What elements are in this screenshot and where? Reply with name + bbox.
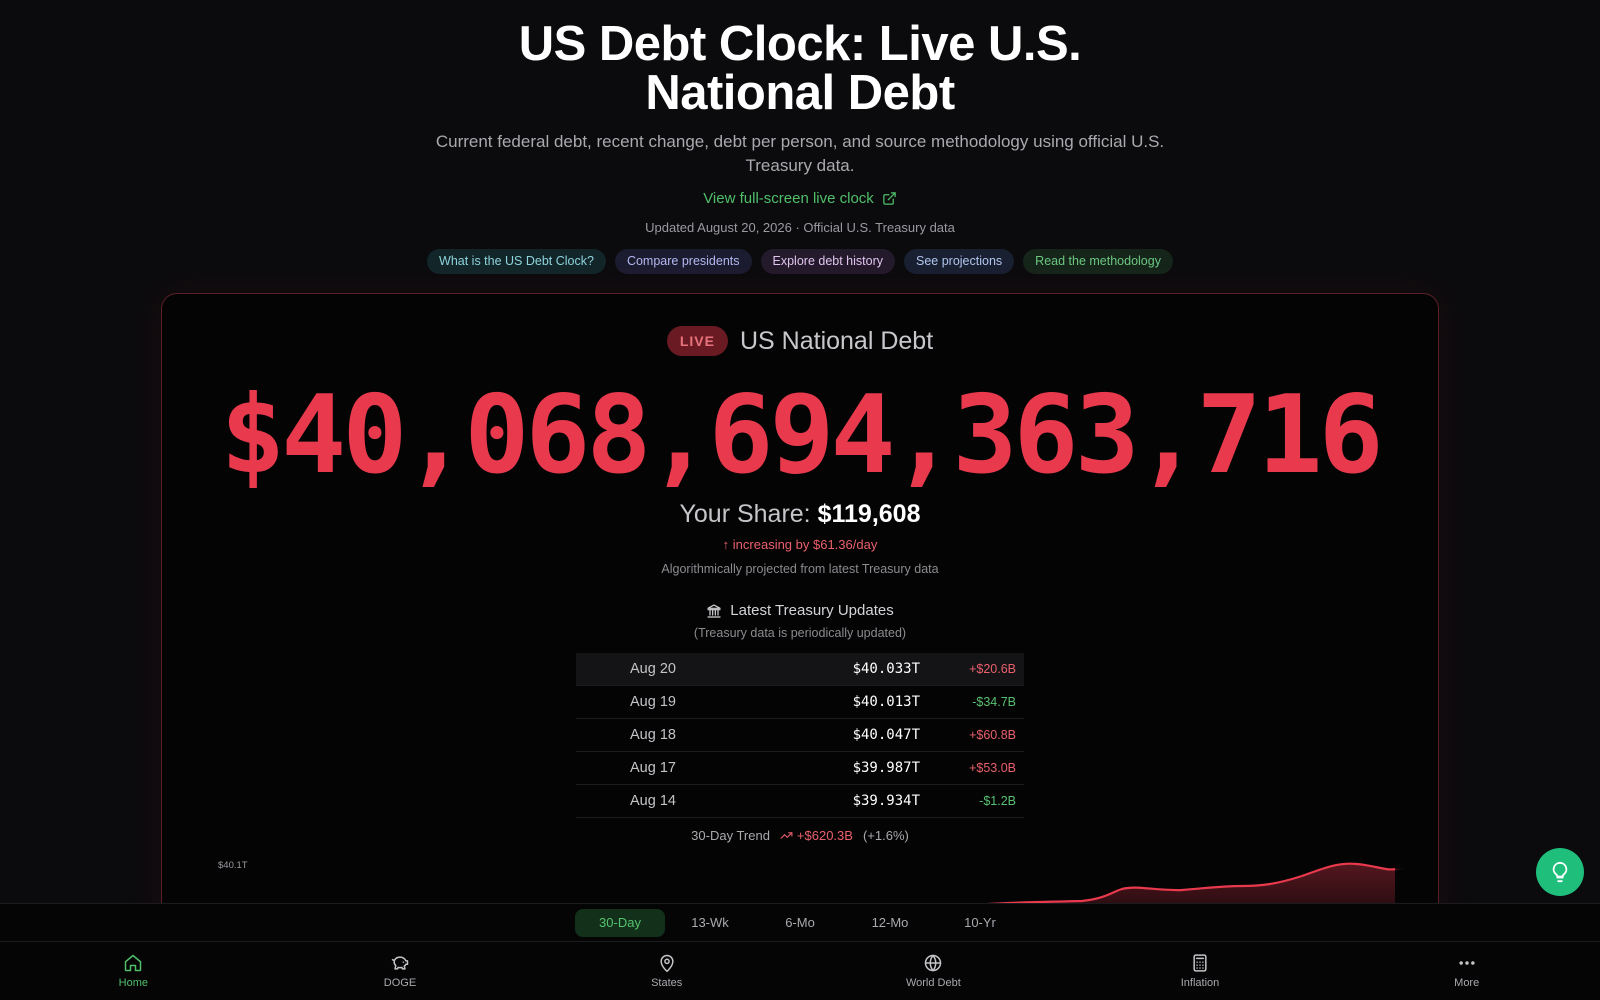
calculator-icon (1193, 954, 1207, 972)
update-change: -$34.7B (972, 695, 1016, 709)
nav-item-doge[interactable]: DOGE (267, 942, 534, 1000)
update-value: $40.047T (852, 727, 920, 743)
pill-debt-history[interactable]: Explore debt history (760, 249, 895, 274)
piggy-bank-icon (391, 956, 409, 970)
page-subtitle: Current federal debt, recent change, deb… (435, 132, 1165, 175)
range-tab-30-day[interactable]: 30-Day (575, 908, 665, 937)
arrow-up-icon: ↑ (722, 537, 730, 552)
treasury-updates-title: Latest Treasury Updates (730, 602, 894, 619)
share-label: Your Share: (679, 500, 811, 528)
range-tab-12-mo[interactable]: 12-Mo (845, 909, 935, 937)
nav-item-home[interactable]: Home (0, 942, 267, 1000)
range-tab-10-yr[interactable]: 10-Yr (935, 909, 1025, 937)
nav-label: Inflation (1180, 977, 1220, 989)
range-tab-6-mo[interactable]: 6-Mo (755, 909, 845, 937)
update-change: +$53.0B (969, 761, 1016, 775)
pill-compare-presidents[interactable]: Compare presidents (614, 249, 752, 274)
page-header: US Debt Clock: Live U.S. National Debt C… (0, 20, 1600, 274)
globe-icon (925, 954, 942, 972)
update-date: Aug 20 (630, 661, 676, 677)
update-row: Aug 19 $40.013T -$34.7B (576, 686, 1024, 719)
update-value: $39.987T (852, 760, 920, 776)
fullscreen-link-label: View full-screen live clock (703, 190, 874, 207)
card-header: LIVE US National Debt (162, 326, 1438, 356)
algorithm-note: Algorithmically projected from latest Tr… (661, 562, 939, 576)
pill-methodology[interactable]: Read the methodology (1023, 249, 1173, 274)
range-tab-13-wk[interactable]: 13-Wk (665, 909, 755, 937)
update-change: +$60.8B (969, 728, 1016, 742)
nav-item-more[interactable]: More (1333, 942, 1600, 1000)
bank-icon (707, 603, 721, 618)
more-dots-icon (1459, 961, 1475, 965)
debt-amount: $40,068,694,363,716 (220, 373, 1383, 498)
external-link-icon (883, 192, 896, 205)
update-value: $39.934T (852, 793, 920, 809)
update-row: Aug 20 $40.033T +$20.6B (576, 653, 1024, 686)
chart-range-selector: 30-Day 13-Wk 6-Mo 12-Mo 10-Yr (0, 903, 1600, 941)
treasury-updates-table: Aug 20 $40.033T +$20.6B Aug 19 $40.013T -$34.… (576, 653, 1024, 818)
nav-item-inflation[interactable]: Inflation (1067, 942, 1334, 1000)
update-value: $40.033T (852, 661, 920, 677)
update-change: +$20.6B (969, 662, 1016, 676)
map-pin-icon (660, 954, 674, 973)
bottom-navigation: Home DOGE States World Debt Inflation More (0, 941, 1600, 1000)
live-badge: LIVE (666, 326, 728, 356)
nav-item-world-debt[interactable]: World Debt (800, 942, 1067, 1000)
nav-label: World Debt (905, 977, 961, 989)
update-date: Aug 18 (630, 727, 676, 743)
updated-timestamp: Updated August 20, 2026 · Official U.S. … (645, 220, 955, 235)
nav-label: More (1454, 977, 1480, 989)
update-value: $40.013T (852, 694, 920, 710)
page-title: US Debt Clock: Live U.S. National Debt (518, 17, 1082, 120)
share-rate-text: increasing by $61.36/day (732, 537, 878, 552)
pill-projections[interactable]: See projections (904, 249, 1015, 274)
debt-clock-card: LIVE US National Debt $40,068,694,363,71… (161, 293, 1439, 943)
update-change: -$1.2B (979, 794, 1016, 808)
treasury-updates-note: (Treasury data is periodically updated) (693, 626, 907, 640)
update-date: Aug 14 (630, 793, 676, 809)
share-value: $119,608 (817, 500, 921, 528)
nav-item-states[interactable]: States (533, 942, 800, 1000)
nav-label: Home (118, 977, 148, 989)
update-row: Aug 18 $40.047T +$60.8B (576, 719, 1024, 752)
update-date: Aug 17 (630, 760, 676, 776)
treasury-updates-heading: Latest Treasury Updates (162, 602, 1438, 619)
nav-label: States (651, 977, 683, 989)
update-date: Aug 19 (630, 694, 676, 710)
card-label: US National Debt (739, 326, 934, 355)
share-rate: ↑ increasing by $61.36/day (162, 537, 1438, 552)
pill-what-is-debt-clock[interactable]: What is the US Debt Clock? (427, 249, 606, 274)
update-row: Aug 17 $39.987T +$53.0B (576, 752, 1024, 785)
quick-links: What is the US Debt Clock? Compare presi… (0, 249, 1600, 274)
your-share: Your Share: $119,608 (162, 500, 1438, 529)
home-icon (125, 954, 142, 972)
fullscreen-clock-link[interactable]: View full-screen live clock (703, 190, 897, 207)
tip-button[interactable] (1536, 848, 1584, 896)
lightbulb-icon (1552, 861, 1568, 883)
nav-label: DOGE (383, 977, 417, 989)
